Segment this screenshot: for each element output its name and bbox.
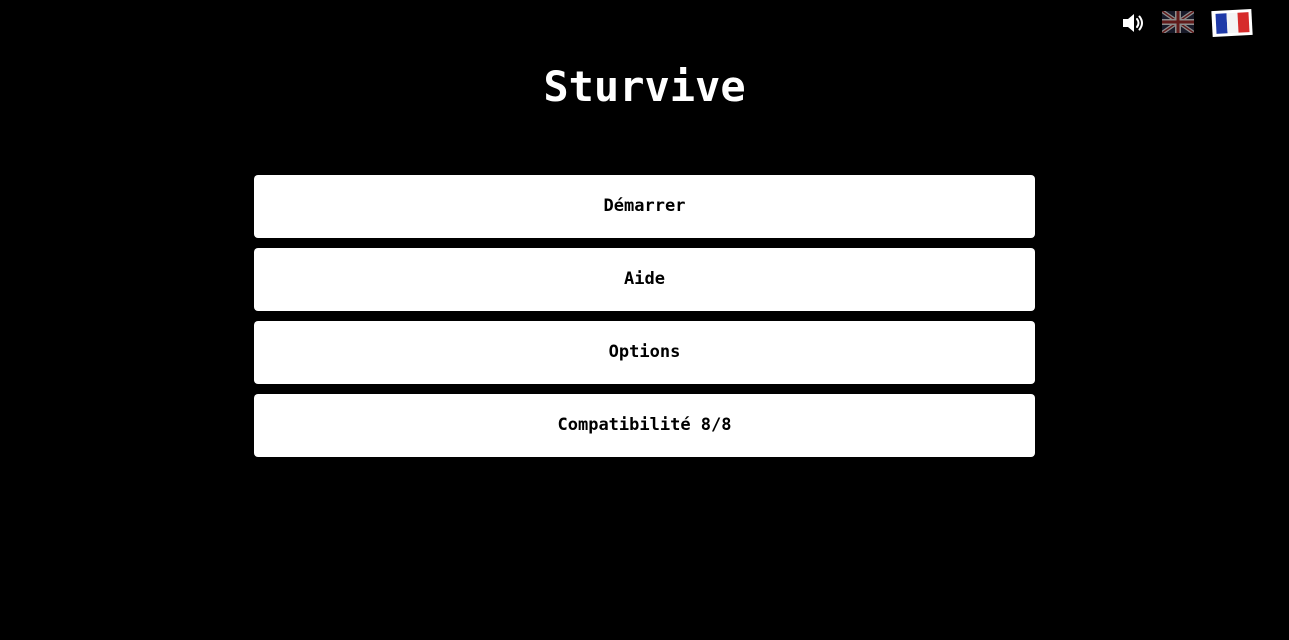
start-button[interactable]: Démarrer xyxy=(254,175,1035,238)
speaker-volume-icon xyxy=(1123,14,1143,32)
language-english-button[interactable] xyxy=(1160,9,1196,35)
help-button[interactable]: Aide xyxy=(254,248,1035,311)
compatibility-button[interactable]: Compatibilité 8/8 xyxy=(254,394,1035,457)
language-french-button[interactable] xyxy=(1210,7,1254,39)
main-menu: Démarrer Aide Options Compatibilité 8/8 xyxy=(254,175,1035,467)
uk-flag-icon xyxy=(1160,9,1196,35)
france-flag-icon xyxy=(1211,8,1253,38)
game-title: Sturvive xyxy=(543,62,746,111)
sound-toggle-button[interactable] xyxy=(1120,10,1146,36)
options-button[interactable]: Options xyxy=(254,321,1035,384)
